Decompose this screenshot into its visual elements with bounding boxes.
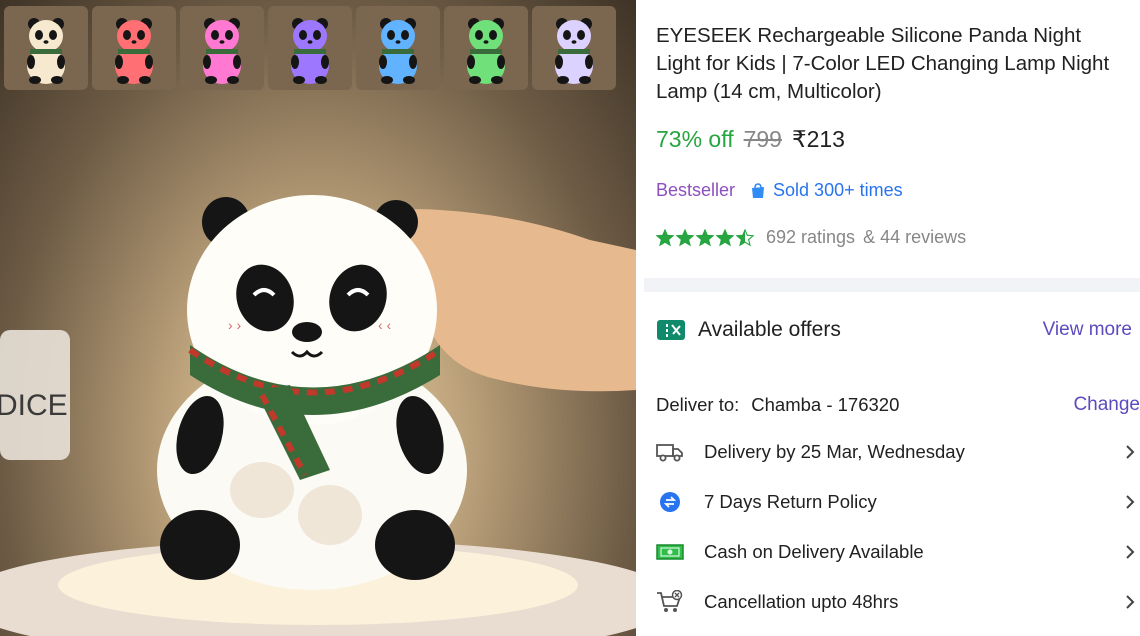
star-icon bbox=[676, 228, 694, 246]
cash-on-delivery-label: Cash on Delivery Available bbox=[704, 541, 924, 562]
cart-cancel-icon bbox=[656, 590, 684, 614]
section-divider bbox=[644, 278, 1140, 292]
view-more-link[interactable]: View more bbox=[1043, 319, 1132, 341]
star-icon bbox=[656, 228, 674, 246]
sold-count-badge: Sold 300+ times bbox=[749, 180, 903, 201]
delivery-date-label: Delivery by 25 Mar, Wednesday bbox=[704, 441, 965, 462]
return-policy-label: 7 Days Return Policy bbox=[704, 491, 877, 512]
delivery-date-row[interactable]: Delivery by 25 Mar, Wednesday bbox=[656, 435, 1136, 469]
available-offers-label: Available offers bbox=[698, 318, 841, 341]
reviews-count: & 44 reviews bbox=[863, 227, 967, 247]
star-rating bbox=[656, 228, 754, 247]
available-offers-row[interactable]: Available offers View more bbox=[656, 318, 1132, 342]
bestseller-badge: Bestseller bbox=[656, 180, 736, 200]
panda-lamp-illustration: DICE › › ‹ ‹ bbox=[0, 195, 636, 636]
chevron-right-icon bbox=[1126, 595, 1135, 609]
original-price: 799 bbox=[743, 126, 782, 152]
price-row: 73% off 799 ₹213 bbox=[656, 126, 845, 153]
star-icon bbox=[716, 228, 734, 246]
shopping-bag-icon bbox=[752, 182, 765, 198]
ratings-count: 692 ratings bbox=[766, 227, 856, 247]
product-page: DICE › › ‹ ‹ EYESEEK Rechargeable Silico… bbox=[0, 0, 1140, 636]
chevron-right-icon bbox=[1126, 495, 1135, 509]
truck-icon bbox=[656, 440, 684, 464]
product-info-panel: EYESEEK Rechargeable Silicone Panda Nigh… bbox=[636, 0, 1140, 636]
svg-text:› ›: › › bbox=[228, 317, 242, 333]
offer-tag-icon bbox=[657, 320, 685, 340]
star-icon bbox=[736, 228, 754, 246]
change-location-button[interactable]: Change bbox=[1073, 394, 1140, 416]
chevron-right-icon bbox=[1126, 445, 1135, 459]
discount-percent: 73% off bbox=[656, 126, 734, 152]
selling-price: ₹213 bbox=[791, 126, 845, 152]
svg-text:DICE: DICE bbox=[0, 389, 68, 422]
return-policy-row[interactable]: 7 Days Return Policy bbox=[656, 485, 1136, 519]
svg-text:‹ ‹: ‹ ‹ bbox=[378, 317, 392, 333]
product-badges: Bestseller Sold 300+ times bbox=[656, 180, 903, 201]
delivery-location: Chamba - 176320 bbox=[751, 394, 900, 415]
cash-icon bbox=[656, 540, 684, 564]
sold-count-label: Sold 300+ times bbox=[773, 180, 903, 200]
product-title: EYESEEK Rechargeable Silicone Panda Nigh… bbox=[656, 24, 1110, 103]
cash-on-delivery-row[interactable]: Cash on Delivery Available bbox=[656, 535, 1136, 569]
chevron-right-icon bbox=[1126, 545, 1135, 559]
rating-row[interactable]: 692 ratings & 44 reviews bbox=[656, 227, 966, 248]
star-icon bbox=[696, 228, 714, 246]
product-image[interactable]: DICE › › ‹ ‹ bbox=[0, 0, 636, 636]
cancellation-row[interactable]: Cancellation upto 48hrs bbox=[656, 585, 1136, 619]
cancellation-label: Cancellation upto 48hrs bbox=[704, 591, 899, 612]
return-icon bbox=[656, 490, 684, 514]
deliver-to-row: Deliver to: Chamba - 176320 Change bbox=[656, 394, 1140, 416]
deliver-to-label: Deliver to: bbox=[656, 394, 740, 415]
